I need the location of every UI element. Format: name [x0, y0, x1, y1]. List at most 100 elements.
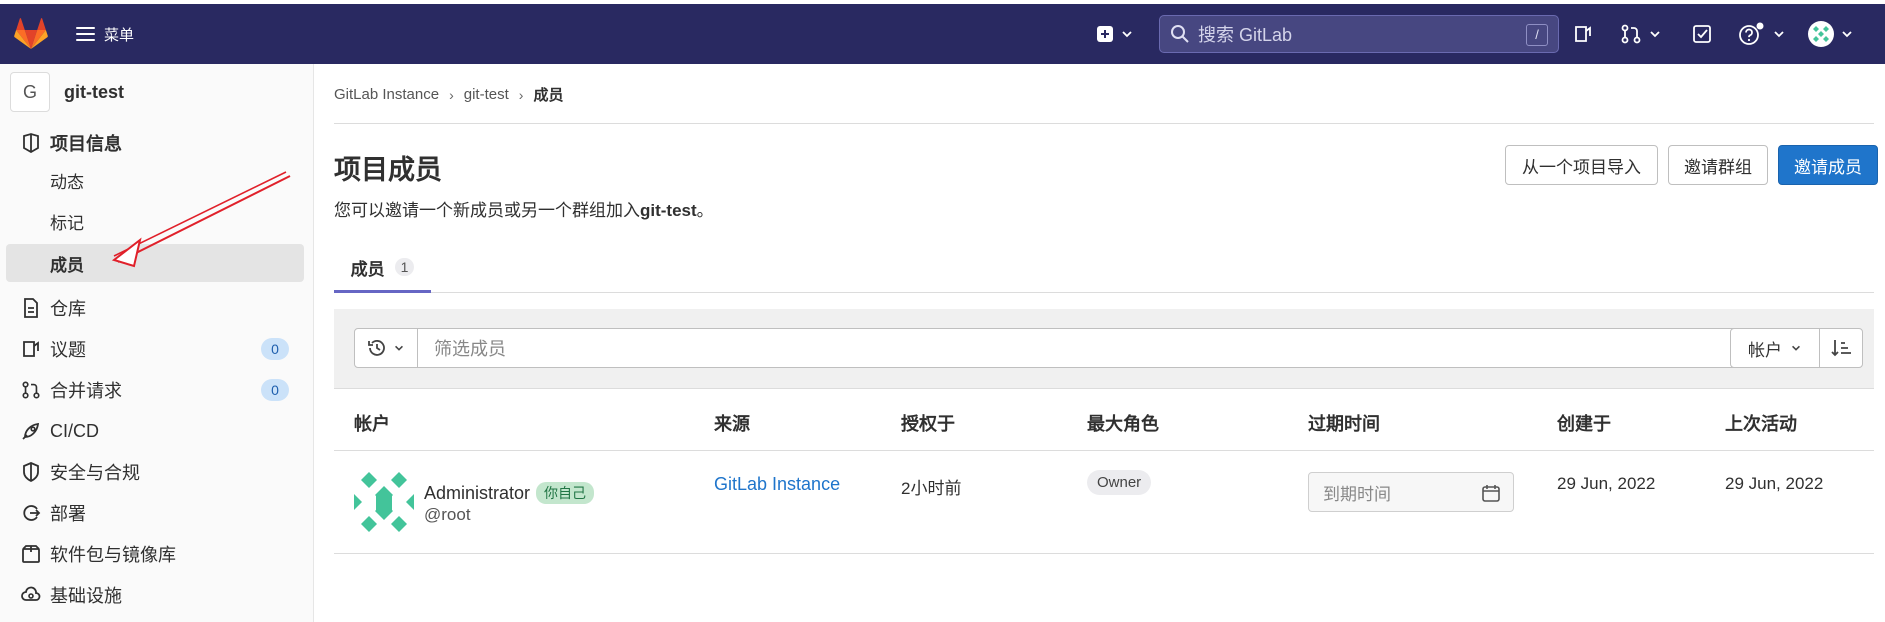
table-row: Administrator 你自己 @root GitLab Instance … — [334, 452, 1874, 554]
project-name-strong: git-test — [640, 201, 697, 220]
sort-label: 帐户 — [1748, 340, 1782, 360]
issues-nav-button[interactable] — [1573, 24, 1593, 44]
annotation-arrow — [111, 171, 291, 268]
invite-group-button[interactable]: 邀请群组 — [1668, 145, 1768, 185]
page-title: 项目成员 — [334, 155, 442, 185]
expiration-date-input[interactable]: 到期时间 — [1308, 472, 1514, 512]
sidebar-item-repository[interactable]: 仓库 — [20, 291, 305, 325]
chevron-right-icon: › — [518, 86, 524, 103]
plus-square-icon — [1097, 26, 1113, 42]
project-header[interactable]: G git-test — [10, 72, 124, 112]
sidebar-item-ci-cd[interactable]: CI/CD — [20, 414, 305, 448]
import-from-project-button[interactable]: 从一个项目导入 — [1505, 145, 1658, 185]
chevron-down-icon — [1650, 31, 1660, 38]
shield-icon — [20, 461, 42, 483]
sidebar-item-label: 安全与合规 — [50, 463, 140, 483]
member-name[interactable]: Administrator 你自己 — [424, 482, 595, 504]
cloud-gear-icon — [20, 584, 42, 606]
project-sidebar: G git-test 项目信息 动态 标记 成员 仓库 议题 0 合并请求 0 — [0, 64, 314, 622]
merge-request-icon — [20, 379, 42, 401]
history-icon — [368, 340, 385, 356]
deployments-icon — [20, 502, 42, 524]
column-header-last-activity: 上次活动 — [1725, 414, 1797, 434]
sidebar-item-label: 项目信息 — [50, 134, 122, 154]
help-button[interactable] — [1738, 22, 1786, 45]
sidebar-item-packages[interactable]: 软件包与镜像库 — [20, 537, 305, 571]
sidebar-item-merge-requests[interactable]: 合并请求 0 — [20, 373, 305, 407]
column-header-expiration: 过期时间 — [1308, 414, 1380, 434]
its-you-badge: 你自己 — [536, 482, 595, 504]
sidebar-item-label: 标记 — [50, 213, 84, 233]
sidebar-item-security[interactable]: 安全与合规 — [20, 455, 305, 489]
sidebar-item-label: 部署 — [50, 504, 86, 524]
chevron-down-icon — [1842, 31, 1852, 38]
top-navbar: 菜单 搜索 GitLab / — [0, 4, 1885, 64]
recent-searches-button[interactable] — [354, 328, 418, 368]
user-avatar-icon — [1808, 21, 1834, 47]
hamburger-icon — [76, 27, 95, 41]
menu-button[interactable]: 菜单 — [76, 22, 134, 46]
new-dropdown-button[interactable] — [1096, 24, 1134, 44]
sidebar-item-deployments[interactable]: 部署 — [20, 496, 305, 530]
divider — [334, 123, 1874, 124]
todos-nav-button[interactable] — [1692, 24, 1712, 44]
todo-check-icon — [1693, 25, 1711, 43]
user-menu-button[interactable] — [1808, 21, 1854, 47]
sidebar-item-label: 动态 — [50, 172, 84, 192]
sort-direction-button[interactable] — [1819, 328, 1863, 368]
member-avatar[interactable] — [354, 472, 414, 532]
package-icon — [20, 543, 42, 565]
tab-count-badge: 1 — [394, 258, 415, 276]
merge-requests-count-badge: 0 — [261, 379, 289, 401]
column-header-account: 帐户 — [354, 414, 390, 434]
member-role-badge: Owner — [1087, 470, 1152, 495]
sidebar-item-infrastructure[interactable]: 基础设施 — [20, 578, 305, 612]
breadcrumb-current[interactable]: 成员 — [533, 84, 563, 105]
member-last-activity: 29 Jun, 2022 — [1725, 474, 1824, 493]
rocket-icon — [20, 420, 42, 442]
member-source-link[interactable]: GitLab Instance — [714, 474, 840, 495]
chevron-down-icon — [1122, 31, 1132, 38]
tab-members[interactable]: 成员 1 — [334, 244, 431, 293]
column-header-max-role: 最大角色 — [1087, 414, 1159, 434]
info-icon — [20, 132, 42, 154]
search-placeholder: 搜索 GitLab — [1198, 25, 1293, 45]
issues-icon — [1575, 26, 1591, 42]
chevron-right-icon: › — [449, 86, 454, 103]
sort-by-dropdown[interactable]: 帐户 — [1730, 328, 1820, 368]
search-icon — [1171, 25, 1189, 43]
merge-request-icon — [1621, 24, 1641, 44]
chevron-down-icon — [395, 345, 403, 351]
document-icon — [20, 297, 42, 319]
filter-bar: 筛选成员 帐户 — [334, 309, 1874, 389]
chevron-down-icon — [1792, 345, 1800, 351]
column-header-created: 创建于 — [1557, 414, 1611, 434]
project-name: git-test — [64, 81, 124, 102]
column-header-granted: 授权于 — [901, 414, 955, 434]
chevron-down-icon — [1774, 31, 1784, 38]
invite-member-button[interactable]: 邀请成员 — [1778, 145, 1878, 185]
tab-label: 成员 — [350, 259, 385, 279]
breadcrumb: GitLab Instance › git-test › 成员 — [334, 84, 563, 105]
member-granted: 2小时前 — [901, 479, 962, 498]
breadcrumb-item[interactable]: GitLab Instance — [334, 86, 439, 103]
sidebar-item-label: 成员 — [50, 255, 84, 275]
breadcrumb-item[interactable]: git-test — [464, 86, 509, 103]
sidebar-item-project-info[interactable]: 项目信息 — [20, 126, 305, 160]
project-avatar: G — [10, 72, 50, 112]
merge-requests-nav-button[interactable] — [1620, 24, 1662, 44]
sidebar-item-label: CI/CD — [50, 420, 99, 441]
issues-count-badge: 0 — [261, 338, 289, 360]
members-tabs: 成员 1 — [334, 244, 1874, 293]
sort-ascending-icon — [1831, 340, 1851, 357]
sidebar-item-label: 合并请求 — [50, 381, 122, 401]
search-box[interactable]: 搜索 GitLab / — [1159, 15, 1559, 53]
gitlab-logo-icon[interactable] — [14, 18, 48, 50]
filter-members-input[interactable]: 筛选成员 — [417, 328, 1733, 368]
sidebar-item-issues[interactable]: 议题 0 — [20, 332, 305, 366]
member-username: @root — [424, 505, 471, 524]
column-header-source: 来源 — [714, 414, 750, 434]
sidebar-item-label: 软件包与镜像库 — [50, 545, 176, 565]
menu-label: 菜单 — [104, 26, 135, 44]
expiration-placeholder: 到期时间 — [1323, 484, 1391, 504]
